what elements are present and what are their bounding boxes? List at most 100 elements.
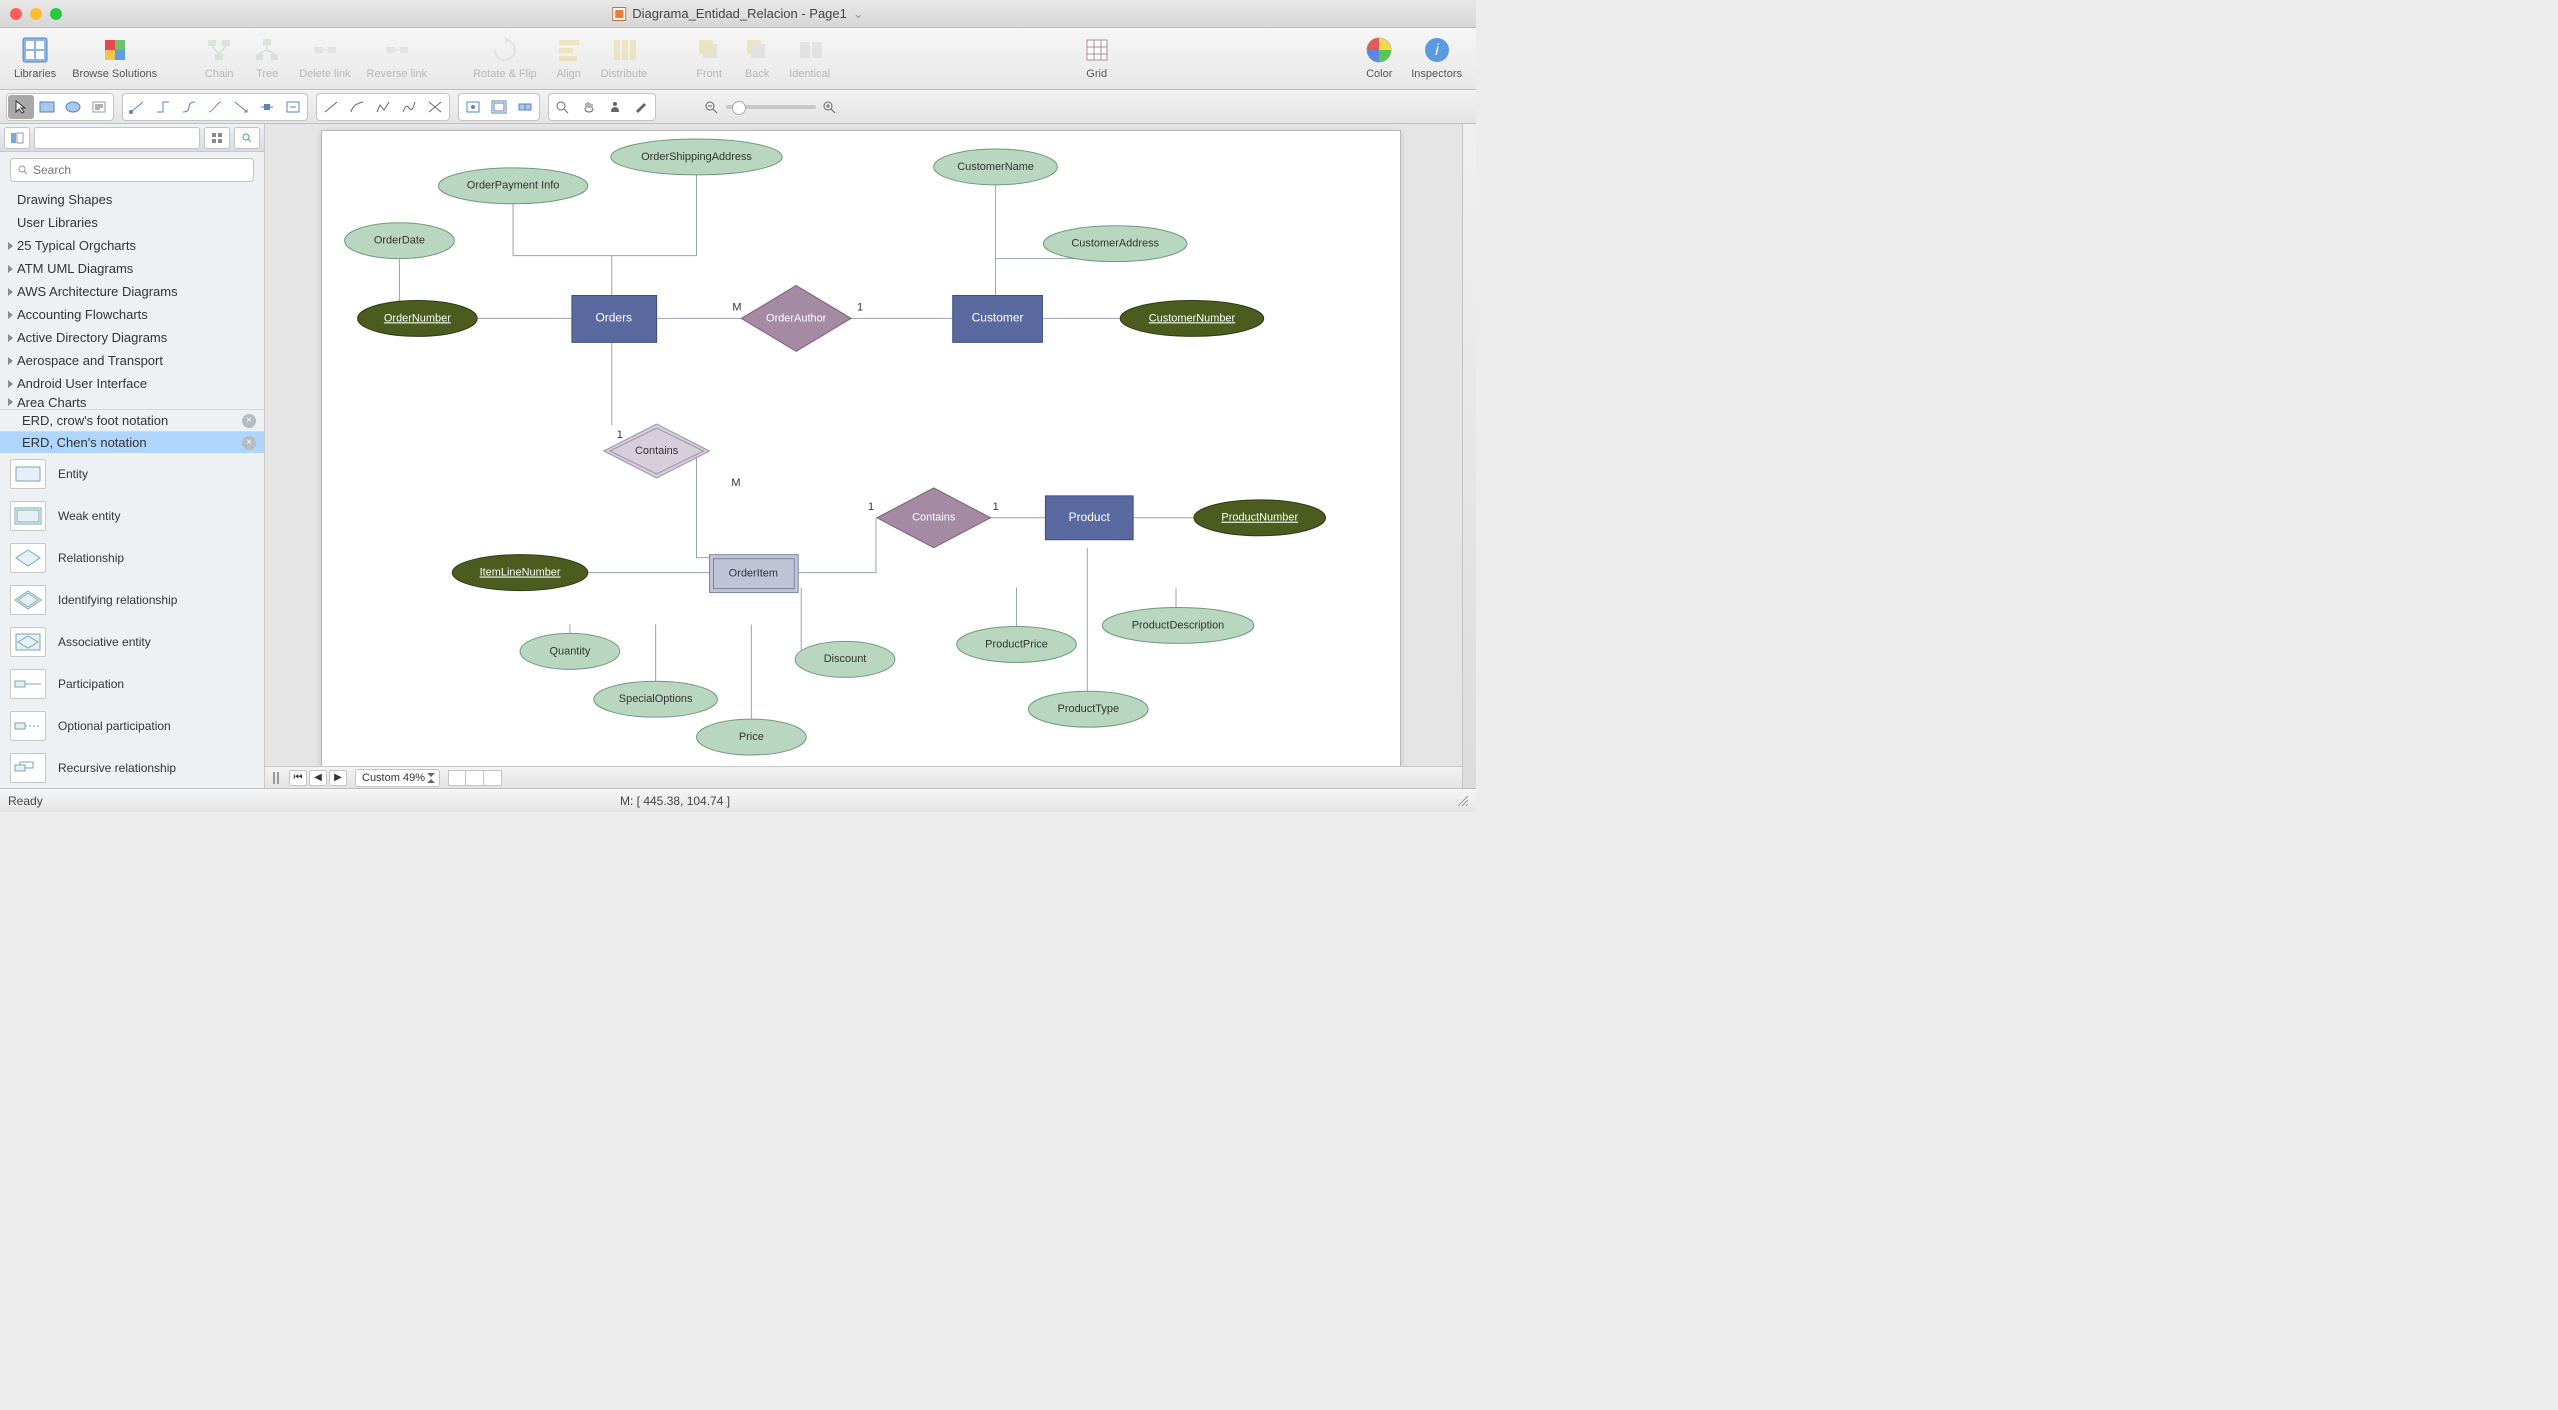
delete-link-button[interactable]: Delete link — [291, 32, 358, 82]
line-group — [316, 93, 450, 121]
svg-text:OrderNumber: OrderNumber — [384, 312, 451, 324]
zoom-icon[interactable] — [50, 8, 62, 20]
shape-participation[interactable]: Participation — [0, 663, 264, 705]
shape-weak-entity[interactable]: Weak entity — [0, 495, 264, 537]
connector-3[interactable] — [176, 95, 202, 119]
line-3[interactable] — [370, 95, 396, 119]
chevron-down-icon[interactable]: ⌄ — [853, 6, 864, 22]
svg-text:OrderItem: OrderItem — [729, 568, 778, 580]
close-icon[interactable] — [10, 8, 22, 20]
svg-text:Discount: Discount — [824, 653, 867, 665]
svg-text:OrderShippingAddress: OrderShippingAddress — [641, 151, 752, 163]
shape-assoc-entity[interactable]: Associative entity — [0, 621, 264, 663]
chain-button[interactable]: Chain — [195, 32, 243, 82]
line-5[interactable] — [422, 95, 448, 119]
grid-view-icon[interactable] — [204, 127, 230, 149]
inspectors-button[interactable]: iInspectors — [1403, 32, 1470, 82]
svg-text:CustomerAddress: CustomerAddress — [1071, 238, 1159, 250]
identical-button[interactable]: Identical — [781, 32, 838, 82]
text-tool[interactable] — [86, 95, 112, 119]
shape-id-relationship[interactable]: Identifying relationship — [0, 579, 264, 621]
connector-2[interactable] — [150, 95, 176, 119]
library-item[interactable]: AWS Architecture Diagrams — [0, 280, 264, 303]
svg-text:1: 1 — [993, 501, 999, 513]
zoom-tool[interactable] — [550, 95, 576, 119]
svg-text:OrderPayment Info: OrderPayment Info — [467, 180, 560, 192]
library-item[interactable]: Active Directory Diagrams — [0, 326, 264, 349]
vertical-scrollbar[interactable] — [1462, 124, 1476, 788]
snap-3[interactable] — [512, 95, 538, 119]
library-item[interactable]: ATM UML Diagrams — [0, 257, 264, 280]
zoom-slider[interactable] — [726, 105, 816, 109]
library-item[interactable]: Drawing Shapes — [0, 188, 264, 211]
triangle-right-icon — [8, 334, 13, 342]
align-button[interactable]: Align — [545, 32, 593, 82]
close-icon[interactable]: × — [242, 436, 256, 450]
connector-6[interactable] — [254, 95, 280, 119]
library-item[interactable]: 25 Typical Orgcharts — [0, 234, 264, 257]
libraries-button[interactable]: Libraries — [6, 32, 64, 82]
shape-entity[interactable]: Entity — [0, 453, 264, 495]
sidebar-filter-input[interactable] — [34, 127, 200, 149]
ellipse-tool[interactable] — [60, 95, 86, 119]
svg-text:CustomerNumber: CustomerNumber — [1149, 312, 1236, 324]
tree-button[interactable]: Tree — [243, 32, 291, 82]
shape-recursive[interactable]: Recursive relationship — [0, 747, 264, 788]
page-first[interactable]: ⏮ — [289, 770, 307, 786]
color-button[interactable]: Color — [1355, 32, 1403, 82]
connector-1[interactable] — [124, 95, 150, 119]
grid-button[interactable]: Grid — [1073, 32, 1121, 82]
connector-group — [122, 93, 308, 121]
minimize-icon[interactable] — [30, 8, 42, 20]
person-tool[interactable] — [602, 95, 628, 119]
line-2[interactable] — [344, 95, 370, 119]
page-prev[interactable]: ◀ — [309, 770, 327, 786]
page-tab[interactable] — [448, 770, 466, 786]
shape-opt-participation[interactable]: Optional participation — [0, 705, 264, 747]
rect-tool[interactable] — [34, 95, 60, 119]
page-next[interactable]: ▶ — [329, 770, 347, 786]
resize-grip-icon[interactable] — [1456, 794, 1470, 808]
search-input[interactable] — [33, 163, 247, 177]
connector-4[interactable] — [202, 95, 228, 119]
connector-5[interactable] — [228, 95, 254, 119]
snap-group — [458, 93, 540, 121]
library-item[interactable]: Android User Interface — [0, 372, 264, 395]
zoom-out-icon[interactable] — [704, 100, 720, 114]
search-icon — [17, 164, 29, 176]
front-button[interactable]: Front — [685, 32, 733, 82]
svg-text:Orders: Orders — [596, 311, 633, 325]
canvas-bottom-bar: ⏮ ◀ ▶ Custom 49% — [265, 766, 1462, 788]
snap-1[interactable] — [460, 95, 486, 119]
distribute-button[interactable]: Distribute — [593, 32, 655, 82]
line-1[interactable] — [318, 95, 344, 119]
snap-2[interactable] — [486, 95, 512, 119]
svg-text:1: 1 — [868, 501, 874, 513]
tab-chen[interactable]: ERD, Chen's notation× — [0, 431, 264, 453]
pointer-tool[interactable] — [8, 95, 34, 119]
zoom-select[interactable]: Custom 49% — [355, 769, 440, 787]
line-4[interactable] — [396, 95, 422, 119]
page-tab[interactable] — [466, 770, 484, 786]
zoom-in-icon[interactable] — [822, 100, 838, 114]
back-button[interactable]: Back — [733, 32, 781, 82]
rotate-flip-button[interactable]: Rotate & Flip — [465, 32, 545, 82]
tab-crow[interactable]: ERD, crow's foot notation× — [0, 409, 264, 431]
pan-tool[interactable] — [576, 95, 602, 119]
page-tab[interactable] — [484, 770, 502, 786]
splitter-icon[interactable] — [271, 771, 281, 785]
library-item[interactable]: Aerospace and Transport — [0, 349, 264, 372]
canvas[interactable]: Orders Customer Product OrderItem OrderA… — [321, 130, 1401, 774]
pen-tool[interactable] — [628, 95, 654, 119]
panel-toggle-icon[interactable] — [4, 127, 30, 149]
connector-7[interactable] — [280, 95, 306, 119]
close-icon[interactable]: × — [242, 414, 256, 428]
shape-relationship[interactable]: Relationship — [0, 537, 264, 579]
library-item[interactable]: User Libraries — [0, 211, 264, 234]
search-view-icon[interactable] — [234, 127, 260, 149]
reverse-link-button[interactable]: Reverse link — [359, 32, 436, 82]
library-item[interactable]: Accounting Flowcharts — [0, 303, 264, 326]
library-item[interactable]: Area Charts — [0, 395, 264, 409]
browse-solutions-button[interactable]: Browse Solutions — [64, 32, 165, 82]
status-ready: Ready — [0, 794, 43, 808]
